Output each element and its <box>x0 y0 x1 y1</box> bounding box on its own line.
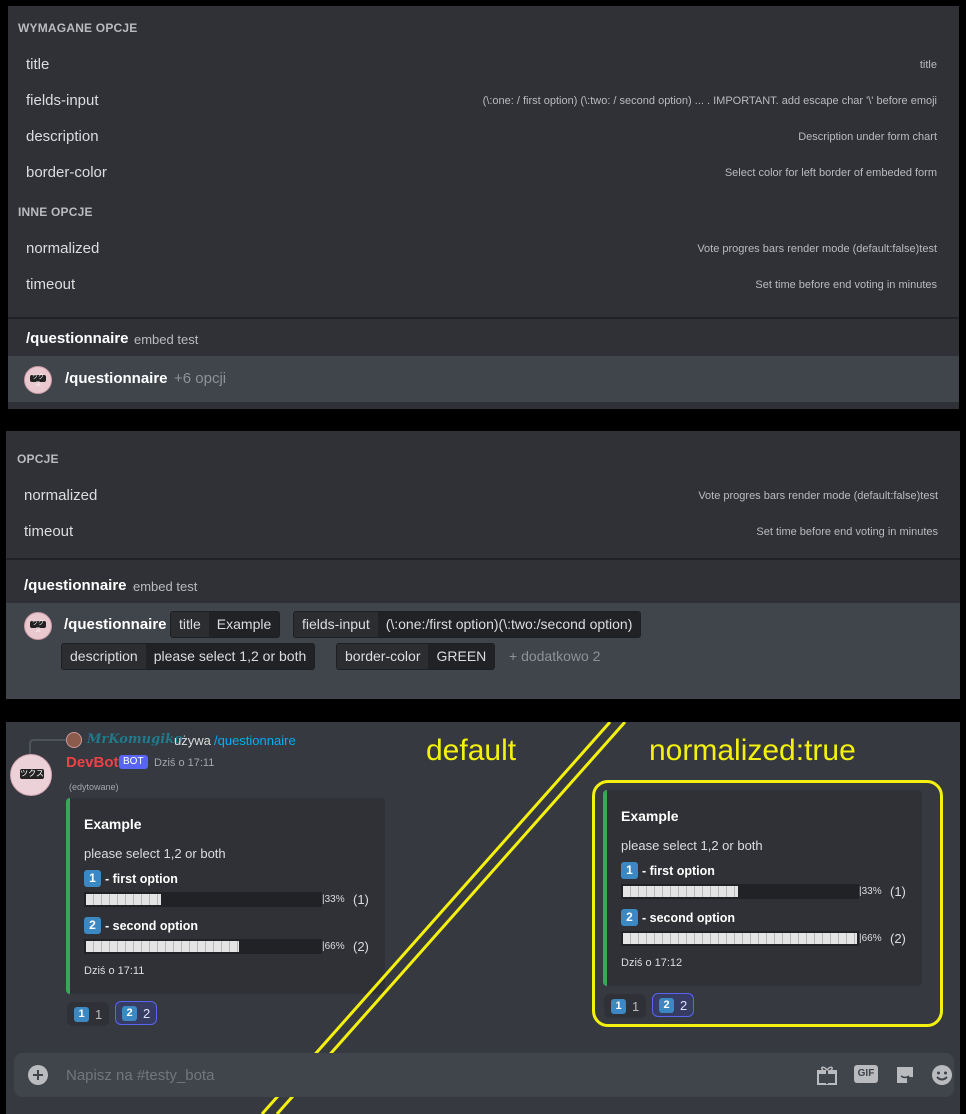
extra-options-hint: + dodatkowo 2 <box>509 648 601 664</box>
option-name: timeout <box>26 276 76 293</box>
divider <box>6 558 960 560</box>
chip-value: (\:one:/first option)(\:two:/second opti… <box>377 612 641 637</box>
other-options-header: INNE OPCJE <box>18 205 93 219</box>
chip-border-color[interactable]: border-color GREEN <box>336 643 496 670</box>
chip-fields-input[interactable]: fields-input (\:one:/first option)(\:two… <box>293 611 642 638</box>
keycap-icon: 2 <box>659 997 674 1013</box>
command-header[interactable]: /questionnaire embed test <box>8 320 959 356</box>
divider <box>8 317 959 319</box>
command-name: /questionnaire <box>26 330 129 347</box>
option-description: Vote progres bars render mode (default:f… <box>697 243 937 255</box>
option-timeout[interactable]: timeout Set time before end voting in mi… <box>6 515 960 551</box>
option-description: Set time before end voting in minutes <box>756 526 938 538</box>
progress-bar-2 <box>621 931 859 946</box>
input-options-hint: +6 opcji <box>174 370 227 387</box>
option-name: timeout <box>24 523 74 540</box>
input-command-name: /questionnaire <box>65 370 168 387</box>
command-input[interactable]: ツクス /questionnaire title Example fields-… <box>6 603 960 699</box>
option-name: description <box>26 128 99 145</box>
option-description-text: Description under form chart <box>798 131 937 143</box>
command-options-popup-required: WYMAGANE OPCJE title title fields-input … <box>8 6 959 409</box>
chip-title[interactable]: title Example <box>170 611 281 638</box>
reaction-1[interactable]: 11 <box>604 994 647 1018</box>
option-description: title <box>919 59 937 71</box>
chip-value: please select 1,2 or both <box>145 644 315 669</box>
embed-title: Example <box>621 808 679 824</box>
keycap-icon: 1 <box>621 862 638 879</box>
vote-count: (2) <box>890 931 906 946</box>
percent-text: |66% <box>859 933 882 944</box>
required-options-header: WYMAGANE OPCJE <box>18 21 138 35</box>
emoji-icon[interactable] <box>931 1064 953 1086</box>
chip-value: GREEN <box>428 644 495 669</box>
embed-option-1: 1 - first option <box>621 862 715 879</box>
keycap-icon: 1 <box>611 998 626 1014</box>
embed-option-label: - second option <box>642 910 736 925</box>
option-name: normalized <box>24 487 98 504</box>
gift-icon[interactable] <box>816 1064 838 1086</box>
command-bot-name: embed test <box>134 332 199 347</box>
progress-fill <box>623 933 857 944</box>
option-name: border-color <box>26 164 107 181</box>
command-header[interactable]: /questionnaire embed test <box>6 567 960 603</box>
bot-avatar: ツクス <box>24 612 52 640</box>
progress-bar-1 <box>621 884 859 899</box>
input-command-name: /questionnaire <box>64 616 167 633</box>
chat-message-panel: MrKomugiko używa /questionnaire ツクス DevB… <box>6 722 960 1114</box>
chip-key: fields-input <box>294 612 378 637</box>
chip-key: border-color <box>337 644 429 669</box>
command-options-popup-filled: OPCJE normalized Vote progres bars rende… <box>6 431 960 699</box>
chip-description[interactable]: description please select 1,2 or both <box>61 643 316 670</box>
option-description: Set time before end voting in minutes <box>755 279 937 291</box>
option-name: normalized <box>26 240 100 257</box>
option-description[interactable]: description Description under form chart <box>8 120 959 156</box>
option-title[interactable]: title title <box>8 48 959 84</box>
gif-icon[interactable]: GIF <box>854 1065 878 1083</box>
reaction-count: 2 <box>680 997 688 1013</box>
option-description: (\:one: / first option) (\:two: / second… <box>482 95 937 107</box>
bot-avatar: ツクス <box>24 366 52 394</box>
keycap-icon: 2 <box>621 909 638 926</box>
message-input-bar[interactable]: Napisz na #testy_bota GIF <box>14 1053 954 1097</box>
sticker-icon[interactable] <box>894 1064 916 1086</box>
embed-description: please select 1,2 or both <box>621 838 763 853</box>
option-fields-input[interactable]: fields-input (\:one: / first option) (\:… <box>8 84 959 120</box>
option-timeout[interactable]: timeout Set time before end voting in mi… <box>8 268 959 304</box>
progress-fill <box>623 886 738 897</box>
command-bot-name: embed test <box>133 579 198 594</box>
option-description: Select color for left border of embeded … <box>724 167 937 179</box>
embed-footer: Dziś o 17:12 <box>621 957 683 969</box>
reaction-2[interactable]: 22 <box>652 993 695 1017</box>
options-header: OPCJE <box>17 452 59 466</box>
add-attachment-icon[interactable] <box>28 1065 48 1085</box>
embed-normalized: Example please select 1,2 or both 1 - fir… <box>603 790 922 986</box>
option-border-color[interactable]: border-color Select color for left borde… <box>8 156 959 192</box>
option-name: title <box>26 56 50 73</box>
option-description: Vote progres bars render mode (default:f… <box>698 490 938 502</box>
vote-count: (1) <box>890 884 906 899</box>
command-name: /questionnaire <box>24 577 127 594</box>
embed-option-label: - first option <box>642 863 715 878</box>
embed-option-2: 2 - second option <box>621 909 735 926</box>
chip-value: Example <box>208 612 280 637</box>
option-normalized[interactable]: normalized Vote progres bars render mode… <box>6 479 960 515</box>
chip-key: title <box>171 612 209 637</box>
option-normalized[interactable]: normalized Vote progres bars render mode… <box>8 232 959 268</box>
command-input[interactable]: ツクス /questionnaire +6 opcji <box>8 356 959 402</box>
chip-key: description <box>62 644 146 669</box>
reaction-count: 1 <box>632 998 640 1014</box>
option-name: fields-input <box>26 92 99 109</box>
message-input-placeholder[interactable]: Napisz na #testy_bota <box>66 1067 214 1084</box>
percent-text: |33% <box>859 886 882 897</box>
